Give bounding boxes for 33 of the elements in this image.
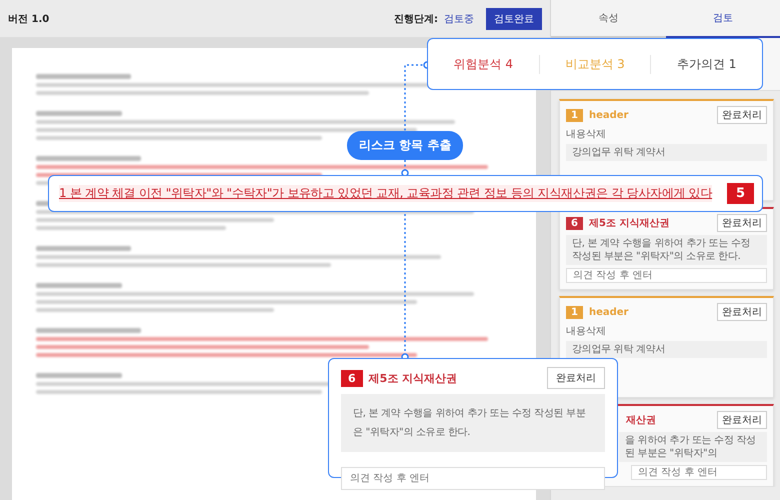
item-number: 1 [566, 108, 583, 122]
analysis-tab[interactable]: 위험분석 4 [428, 54, 540, 74]
stage-value: 검토중 [444, 12, 474, 26]
highlighted-clause: 1 본 계약 체결 이전 "위탁자"와 "수탁자"가 보유하고 있었던 교재, 교육과정 관련 정보 등의 지식재산권은 각 당사자에게 있다 [59, 185, 712, 202]
card-title: header [588, 306, 628, 318]
quote-text: 단, 본 계약 수행을 위하여 추가 또는 수정 작성된 부분은 "위탁자"의 소유로 한다. [566, 235, 767, 265]
comment-field[interactable]: 의견 작성 후 엔터 [341, 467, 605, 490]
quote-text: 강의업무 위탁 계약서 [566, 144, 767, 161]
version-label: 버전 1.0 [8, 12, 50, 26]
quote-text: 을 위하여 추가 또는 수정 작성된 부분은 "위탁자"의 [619, 432, 767, 462]
card-title: 재산권 [626, 414, 656, 427]
quote-text: 단, 본 계약 수행을 위하여 추가 또는 수정 작성된 부분은 "위탁자"의 소유로 한다. [341, 394, 605, 452]
complete-button[interactable]: 완료처리 [717, 303, 767, 321]
complete-button[interactable]: 완료처리 [717, 106, 767, 124]
item-number: 1 [566, 306, 583, 318]
comment-field[interactable]: 의견 작성 후 엔터 [566, 268, 767, 283]
complete-button[interactable]: 완료처리 [717, 411, 767, 429]
complete-button[interactable]: 완료처리 [717, 214, 767, 232]
complete-button[interactable]: 완료처리 [547, 367, 605, 389]
card-title: 제5조 지식재산권 [588, 217, 670, 230]
comment-field[interactable]: 의견 작성 후 엔터 [631, 465, 767, 480]
item-number: 6 [566, 216, 583, 230]
card-subtitle: 내용삭제 [566, 128, 607, 141]
item-number: 5 [726, 183, 754, 204]
stage-label: 진행단계: [394, 12, 438, 26]
extract-risk-pill: 리스크 항목 추출 [347, 131, 464, 160]
card-title: 제5조 지식재산권 [368, 370, 458, 386]
card-subtitle: 내용삭제 [566, 325, 607, 338]
quote-text: 강의업무 위탁 계약서 [566, 341, 767, 358]
card-title: header [588, 110, 628, 120]
analysis-tab[interactable]: 추가의견 1 [651, 54, 762, 74]
item-number: 6 [341, 370, 363, 386]
complete-review-button[interactable]: 검토완료 [486, 8, 542, 30]
